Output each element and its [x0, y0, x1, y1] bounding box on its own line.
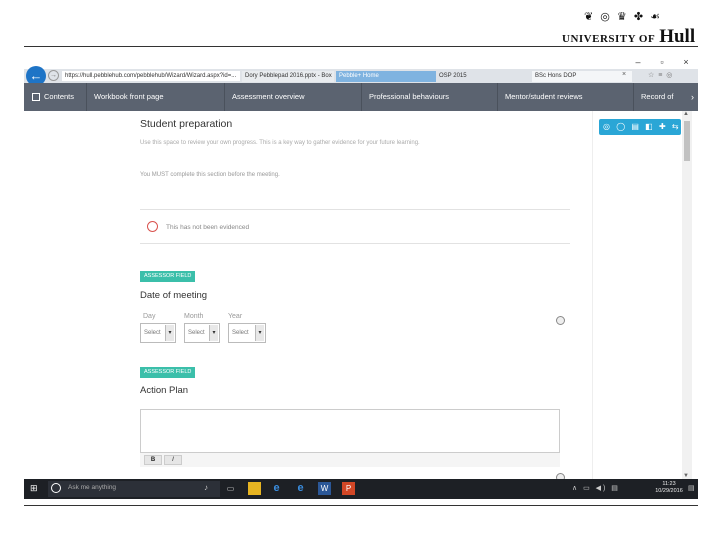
workbook-nav-bar: Contents Workbook front page Assessment … [24, 83, 698, 111]
browser-tab[interactable]: OSP 2015 [436, 71, 530, 82]
nav-tab-assessment-overview[interactable]: Assessment overview [232, 83, 305, 111]
page-scrollbar[interactable]: ▲ ▼ [682, 111, 692, 479]
microphone-icon[interactable]: ♪ [204, 483, 208, 492]
university-logo: ❦ ◎ ♛ ✤ ☙ UNIVERSITY OF Hull [562, 10, 702, 47]
nav-separator [86, 83, 87, 111]
browser-toolbar-icons[interactable]: ☆ ≡ ◎ [648, 71, 673, 79]
windows-start-icon[interactable]: ⊞ [30, 483, 41, 494]
workbook-page-content: Student preparation Use this space to re… [24, 111, 592, 482]
browser-screenshot: – ▫ × ← → https://hull.pebblehub.com/peb… [24, 53, 698, 499]
nav-separator [633, 83, 634, 111]
day-select[interactable]: Select ▾ [140, 323, 176, 343]
internet-explorer-icon[interactable]: e [294, 482, 307, 495]
tool-strip[interactable]: ◎ ◯ ▤ ◧ ✚ ⇆ [599, 119, 681, 135]
section-description: Use this space to review your own progre… [140, 140, 420, 146]
clock-date: 10/29/2016 [655, 488, 683, 494]
chevron-down-icon: ▾ [209, 325, 218, 341]
edge-browser-icon[interactable]: e [270, 482, 283, 495]
month-select[interactable]: Select ▾ [184, 323, 220, 343]
italic-button[interactable]: I [164, 455, 182, 465]
word-icon[interactable]: W [318, 482, 331, 495]
taskbar-clock[interactable]: 11:23 10/29/2016 [652, 481, 686, 495]
university-crest: ❦ ◎ ♛ ✤ ☙ [584, 11, 662, 23]
month-label: Month [184, 313, 204, 320]
nav-tab-mentor-student-reviews[interactable]: Mentor/student reviews [505, 83, 583, 111]
browser-tab-bar: ← → https://hull.pebblehub.com/pebblehub… [24, 66, 698, 86]
right-side-panel: ◎ ◯ ▤ ◧ ✚ ⇆ [592, 111, 682, 479]
scroll-thumb[interactable] [684, 121, 690, 161]
nav-contents[interactable]: Contents [32, 83, 74, 111]
ribbon-badge-icon [147, 221, 158, 232]
presentation-slide: ❦ ◎ ♛ ✤ ☙ UNIVERSITY OF Hull – ▫ × ← → h… [0, 0, 720, 540]
tab-close-icon[interactable]: × [622, 71, 626, 78]
powerpoint-icon[interactable]: P [342, 482, 355, 495]
browser-tab[interactable]: Dory Pebblepad 2016.pptx - Box [242, 71, 334, 82]
contents-icon [32, 93, 40, 102]
evidence-status-text: This has not been evidenced [166, 224, 250, 231]
section-divider [140, 209, 570, 210]
clock-time: 11:23 [662, 481, 676, 487]
assessor-field-badge: ASSESSOR FIELD [140, 271, 196, 282]
notifications-icon[interactable]: ▤ [688, 484, 695, 492]
nav-next-arrow-icon[interactable]: › [691, 83, 694, 111]
format-toolbar: B I [140, 453, 560, 467]
browser-tab-active[interactable]: BSc Hons DOP [532, 71, 632, 82]
nav-tab-workbook-front-page[interactable]: Workbook front page [94, 83, 164, 111]
scroll-up-icon[interactable]: ▲ [683, 111, 689, 117]
history-icon[interactable] [556, 316, 565, 325]
chevron-down-icon: ▾ [255, 325, 264, 341]
windows-taskbar: ⊞ Ask me anything ♪ ▭ e e W P ∧ ▭ ◀) ▤ 1… [24, 479, 698, 499]
day-select-value: Select [144, 330, 161, 336]
forward-arrow-icon[interactable]: → [48, 70, 59, 81]
system-tray-icons[interactable]: ∧ ▭ ◀) ▤ [572, 484, 620, 492]
top-divider [24, 46, 698, 47]
month-select-value: Select [188, 330, 205, 336]
hull-label: Hull [659, 26, 696, 47]
chevron-down-icon: ▾ [165, 325, 174, 341]
assessor-field-badge: ASSESSOR FIELD [140, 367, 196, 378]
browser-tab[interactable]: Pebble+ Home [336, 71, 436, 82]
file-explorer-icon[interactable] [248, 482, 261, 495]
year-label: Year [228, 313, 243, 320]
address-bar[interactable]: https://hull.pebblehub.com/pebblehub/Wiz… [62, 71, 240, 81]
section-title: Student preparation [140, 118, 233, 130]
year-select-value: Select [232, 330, 249, 336]
nav-contents-label: Contents [44, 92, 75, 101]
action-plan-textarea[interactable] [140, 409, 560, 453]
cortana-search-placeholder[interactable]: Ask me anything [68, 484, 116, 491]
section-requirement: You MUST complete this section before th… [140, 172, 280, 178]
year-select[interactable]: Select ▾ [228, 323, 266, 343]
university-of-label: UNIVERSITY OF [562, 33, 656, 45]
nav-separator [224, 83, 225, 111]
nav-tab-professional-behaviours[interactable]: Professional behaviours [369, 83, 449, 111]
task-view-icon[interactable]: ▭ [224, 482, 237, 495]
cortana-icon[interactable] [51, 483, 61, 493]
date-of-meeting-heading: Date of meeting [140, 290, 208, 301]
bold-button[interactable]: B [144, 455, 162, 465]
evidence-status-box: This has not been evidenced [140, 212, 570, 244]
bottom-divider [24, 505, 698, 506]
action-plan-heading: Action Plan [140, 385, 189, 396]
nav-separator [361, 83, 362, 111]
day-label: Day [143, 313, 156, 320]
university-wordmark: UNIVERSITY OF Hull [562, 26, 695, 48]
nav-tab-record-of[interactable]: Record of [641, 83, 674, 111]
nav-separator [497, 83, 498, 111]
